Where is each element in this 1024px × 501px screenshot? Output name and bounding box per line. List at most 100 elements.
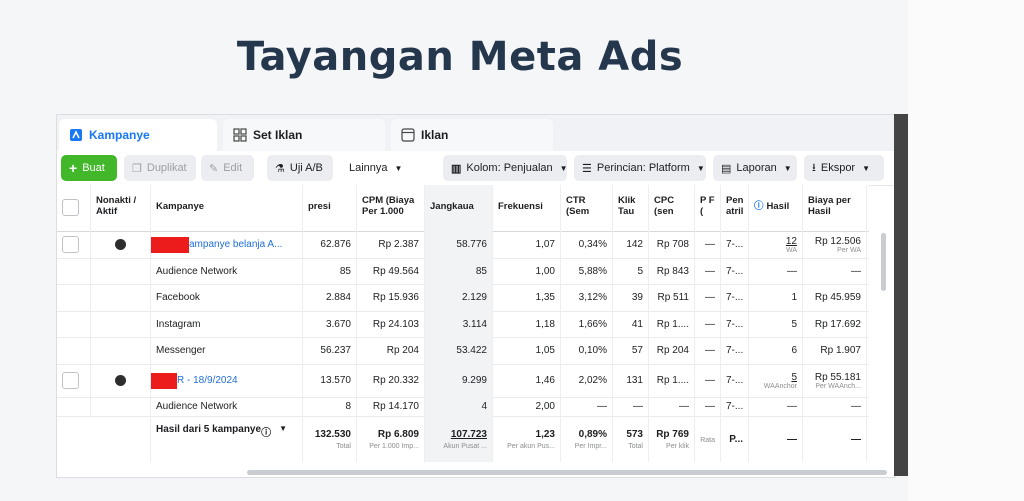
ad-icon (401, 128, 415, 142)
breakdown-dropdown[interactable]: ☰ Perincian: Platform ▼ (574, 155, 706, 181)
cell-freq: 1,07 (493, 231, 561, 258)
cell-ctr: 1,66% (561, 311, 613, 337)
cell-value: Rp 55.181 (814, 371, 861, 383)
table-row[interactable]: ampanye belanja A... 62.876 Rp 2.387 58.776… (57, 231, 869, 259)
caret-down-icon: ▼ (559, 163, 568, 173)
col-attribution[interactable]: Pen atril (721, 185, 749, 231)
row-select[interactable] (57, 231, 91, 258)
summary-p: Rata (695, 416, 721, 462)
cell-reach: 85 (425, 258, 493, 284)
summary-cpm: Rp 6.809 Per 1.000 Imp... (357, 416, 425, 462)
toggle-switch[interactable] (115, 375, 126, 386)
cell-cpc: — (649, 397, 695, 416)
cell-cpm: Rp 49.564 (357, 258, 425, 284)
row-select[interactable] (57, 364, 91, 397)
cell-impr: 13.570 (303, 364, 357, 397)
row-toggle (91, 311, 151, 337)
summary-subtext: Rata (700, 437, 715, 444)
export-dropdown[interactable]: ⭳ Ekspor ▼ (804, 155, 884, 181)
campaign-link[interactable]: ampanye belanja A... (189, 239, 282, 250)
cell-cpm: Rp 15.936 (357, 284, 425, 311)
summary-subtext: Per 1.000 Imp... (369, 442, 419, 450)
cell-clicks: 57 (613, 337, 649, 364)
reports-dropdown[interactable]: ▤ Laporan ▼ (713, 155, 797, 181)
cell-impr: 85 (303, 258, 357, 284)
campaign-link[interactable]: R - 18/9/2024 (177, 375, 238, 386)
row-select[interactable] (57, 258, 91, 284)
row-checkbox[interactable] (62, 372, 79, 389)
campaign-name-cell[interactable]: Facebook (151, 284, 303, 311)
summary-attr: P... (721, 416, 749, 462)
row-select[interactable] (57, 337, 91, 364)
summary-cpc: Rp 769 Per klik (649, 416, 695, 462)
col-campaign[interactable]: Kampanye (151, 185, 303, 231)
caret-down-icon[interactable]: ▼ (279, 424, 287, 433)
col-cost-per-result[interactable]: Biaya per Hasil (803, 185, 867, 231)
summary-ctr: 0,89% Per Impr... (561, 416, 613, 462)
cell-cpc: Rp 1.... (649, 364, 695, 397)
cell-results: 6 (749, 337, 803, 364)
table-row[interactable]: Instagram 3.670 Rp 24.103 3.114 1,18 1,66% 41 R… (57, 311, 869, 338)
campaign-name-cell[interactable]: Instagram (151, 311, 303, 337)
summary-clicks: 573 Total (613, 416, 649, 462)
toggle-switch[interactable] (115, 239, 126, 250)
col-results[interactable]: ⓘ Hasil (749, 185, 803, 231)
columns-dropdown[interactable]: ▥ Kolom: Penjualan ▼ (443, 155, 568, 181)
campaign-name-cell[interactable]: Messenger (151, 337, 303, 364)
select-all-checkbox[interactable] (62, 199, 79, 216)
row-select[interactable] (57, 284, 91, 311)
cell-cpr: — (803, 258, 867, 284)
cell-results: — (749, 258, 803, 284)
row-select[interactable] (57, 397, 91, 416)
table-row[interactable]: R - 18/9/2024 13.570 Rp 20.332 9.299 1,46 2,0… (57, 364, 869, 398)
col-ctr[interactable]: CTR (Sem (561, 185, 613, 231)
col-p[interactable]: P F ( (695, 185, 721, 231)
row-toggle[interactable] (91, 364, 151, 397)
cell-freq: 1,18 (493, 311, 561, 337)
summary-value: Rp 6.809 (377, 428, 419, 440)
cell-attr: 7-... (721, 284, 749, 311)
cell-cpr: — (803, 397, 867, 416)
vertical-scrollbar[interactable] (881, 233, 886, 291)
col-reach[interactable]: Jangkaua (425, 185, 493, 231)
cell-freq: 1,05 (493, 337, 561, 364)
cell-attr: 7-... (721, 258, 749, 284)
table-row[interactable]: Audience Network 8 Rp 14.170 4 2,00— — — —7-...… (57, 397, 869, 417)
col-clicks[interactable]: Klik Tau (613, 185, 649, 231)
cell-ctr: 0,10% (561, 337, 613, 364)
col-cpc[interactable]: CPC (sen (649, 185, 695, 231)
cell-p: — (695, 397, 721, 416)
cell-results: 12 WA (749, 231, 803, 258)
table-row[interactable]: Messenger 56.237 Rp 204 53.422 1,05 0,10% 57 Rp… (57, 337, 869, 365)
duplicate-button[interactable]: ❐ Duplikat (124, 155, 196, 181)
campaign-name-cell[interactable]: ampanye belanja A... (151, 231, 303, 258)
campaign-name-cell[interactable]: R - 18/9/2024 (151, 364, 303, 397)
cell-value: 5 (791, 371, 797, 383)
cell-clicks: 39 (613, 284, 649, 311)
cell-value: 12 (785, 235, 797, 247)
create-button[interactable]: + Buat (61, 155, 117, 181)
row-toggle (91, 284, 151, 311)
tab-ad-sets[interactable]: Set Iklan (223, 119, 385, 151)
ab-test-button[interactable]: ⚗ Uji A/B (267, 155, 333, 181)
edit-button[interactable]: ✎ Edit (201, 155, 254, 181)
horizontal-scrollbar[interactable] (247, 470, 887, 475)
table-row[interactable]: Audience Network 85 Rp 49.564 85 1,00 5,88% 5 R… (57, 258, 869, 285)
campaign-name-cell[interactable]: Audience Network (151, 258, 303, 284)
col-frequency[interactable]: Frekuensi (493, 185, 561, 231)
row-checkbox[interactable] (62, 236, 79, 253)
row-toggle[interactable] (91, 231, 151, 258)
cell-reach: 3.114 (425, 311, 493, 337)
campaign-name-cell[interactable]: Audience Network (151, 397, 303, 416)
summary-label: Hasil dari 5 kampanye ⓘ ▼ (151, 416, 303, 462)
col-toggle[interactable]: Nonakti / Aktif (91, 185, 151, 231)
more-dropdown[interactable]: Lainnya ▼ (341, 155, 407, 181)
col-impressions[interactable]: presi (303, 185, 357, 231)
select-all[interactable] (57, 185, 91, 231)
cell-reach: 53.422 (425, 337, 493, 364)
tab-campaigns[interactable]: Kampanye (59, 119, 217, 151)
row-select[interactable] (57, 311, 91, 337)
tab-ads[interactable]: Iklan (391, 119, 553, 151)
col-cpm[interactable]: CPM (Biaya Per 1.000 (357, 185, 425, 231)
table-row[interactable]: Facebook 2.884 Rp 15.936 2.129 1,35 3,12% 39 Rp… (57, 284, 869, 312)
